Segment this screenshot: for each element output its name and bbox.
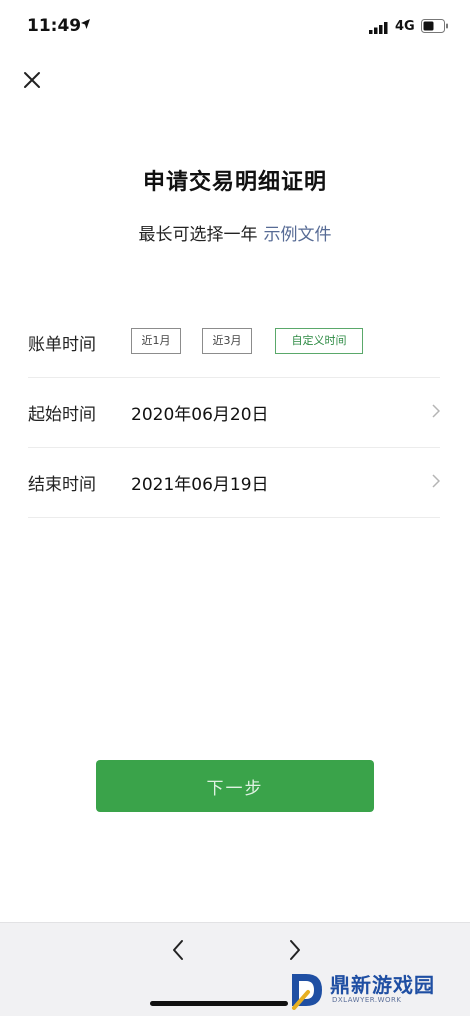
close-icon[interactable] [18, 66, 46, 94]
main-page: 申请交易明细证明 最长可选择一年 示例文件 账单时间 近1月 近3月 自定义时间 … [0, 56, 470, 922]
option-custom-time[interactable]: 自定义时间 [275, 328, 363, 354]
location-arrow-icon [81, 19, 90, 29]
end-time-row[interactable]: 结束时间 2021年06月19日 [28, 448, 440, 518]
end-time-value: 2021年06月19日 [131, 475, 269, 495]
subtitle-text: 最长可选择一年 [138, 225, 258, 245]
start-time-label: 起始时间 [28, 405, 96, 425]
status-bar: 11:49 4G [0, 0, 470, 56]
signal-icon [369, 22, 388, 34]
watermark-logo-icon [292, 974, 322, 1010]
subtitle-row: 最长可选择一年 示例文件 [0, 220, 470, 245]
page-title: 申请交易明细证明 [142, 170, 327, 195]
chevron-left-icon[interactable] [168, 937, 190, 963]
network-label: 4G [395, 19, 415, 34]
start-time-value: 2020年06月20日 [131, 405, 269, 425]
start-time-row[interactable]: 起始时间 2020年06月20日 [28, 378, 440, 448]
next-step-button[interactable]: 下一步 [96, 760, 374, 812]
status-time: 11:49 [27, 16, 82, 36]
chevron-right-icon [432, 474, 440, 488]
watermark-title: 鼎新游戏园 [330, 973, 435, 997]
sample-file-link[interactable]: 示例文件 [264, 225, 332, 245]
option-last-3-months[interactable]: 近3月 [202, 328, 252, 354]
bill-time-row: 账单时间 近1月 近3月 自定义时间 [28, 308, 440, 378]
chevron-right-icon[interactable] [283, 937, 305, 963]
chevron-right-icon [432, 404, 440, 418]
end-time-label: 结束时间 [28, 475, 96, 495]
bill-time-label: 账单时间 [28, 335, 96, 355]
watermark-subtitle: DXLAWYER.WORK [332, 996, 402, 1004]
watermark: 鼎新游戏园 DXLAWYER.WORK [282, 966, 470, 1016]
home-indicator[interactable] [150, 1001, 288, 1006]
option-last-1-month[interactable]: 近1月 [131, 328, 181, 354]
battery-icon [421, 19, 448, 33]
